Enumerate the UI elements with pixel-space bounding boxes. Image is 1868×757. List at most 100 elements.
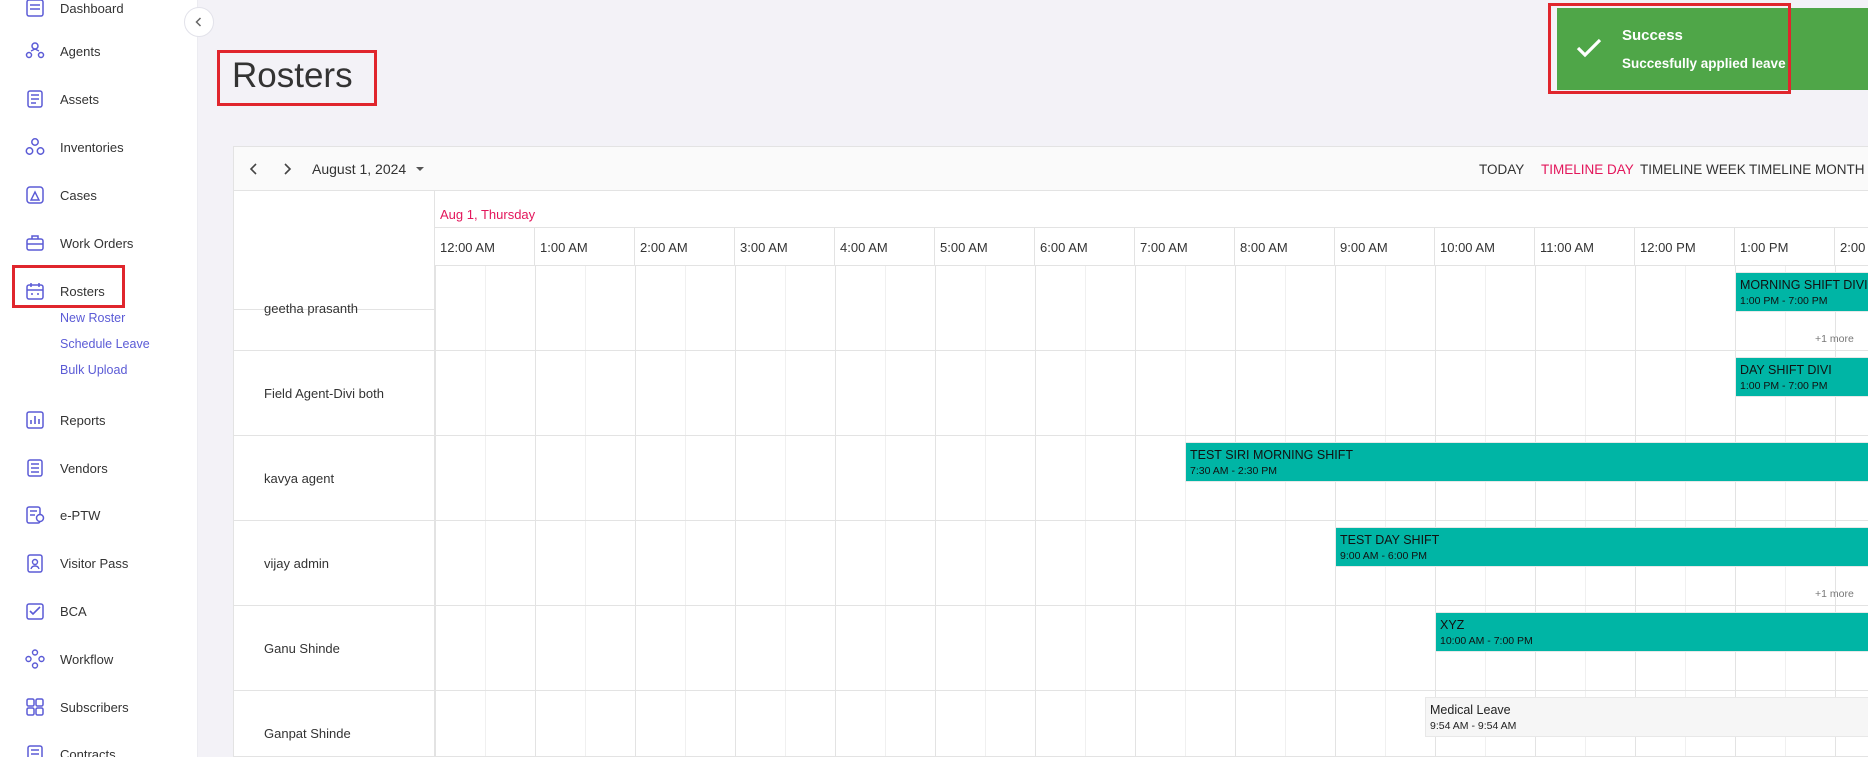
timeline-grid[interactable]: MORNING SHIFT DIVI 1:00 PM - 7:00 PM DAY S… bbox=[434, 266, 1868, 756]
grid-line bbox=[1785, 266, 1786, 756]
agents-icon bbox=[24, 40, 46, 62]
grid-line bbox=[535, 266, 536, 756]
sidebar-subitem-schedule-leave[interactable]: Schedule Leave bbox=[60, 337, 150, 351]
workflow-icon bbox=[24, 648, 46, 670]
sidebar-item-label: Dashboard bbox=[60, 0, 124, 16]
sidebar-item-workflow[interactable]: Workflow bbox=[24, 644, 113, 674]
resource-row: kavya agent bbox=[234, 436, 434, 521]
grid-line bbox=[785, 266, 786, 756]
date-picker-button[interactable]: August 1, 2024 bbox=[312, 147, 427, 191]
sidebar-item-visitor-pass[interactable]: Visitor Pass bbox=[24, 548, 128, 578]
reports-icon bbox=[24, 409, 46, 431]
time-slot-header: 6:00 AM bbox=[1034, 228, 1134, 266]
resource-name: vijay admin bbox=[264, 555, 330, 571]
today-button[interactable]: TODAY bbox=[1479, 147, 1524, 191]
timeline-day-button[interactable]: TIMELINE DAY bbox=[1541, 147, 1634, 191]
sidebar-subitem-bulk-upload[interactable]: Bulk Upload bbox=[60, 363, 127, 377]
next-date-button[interactable] bbox=[279, 147, 295, 191]
page-title: Rosters bbox=[232, 56, 353, 95]
grid-row-line bbox=[435, 605, 1868, 606]
resource-name: geetha prasanth bbox=[264, 300, 358, 316]
sidebar-item-rosters[interactable]: Rosters bbox=[24, 276, 105, 306]
sidebar-item-work-orders[interactable]: Work Orders bbox=[24, 228, 133, 258]
sidebar-item-subscribers[interactable]: Subscribers bbox=[24, 692, 129, 722]
event-title: Medical Leave bbox=[1430, 703, 1511, 717]
shift-event[interactable]: XYZ 10:00 AM - 7:00 PM bbox=[1435, 612, 1868, 652]
more-events-link[interactable]: +1 more bbox=[1815, 588, 1854, 600]
grid-row-line bbox=[435, 435, 1868, 436]
chevron-left-icon bbox=[249, 163, 257, 175]
shift-event[interactable]: TEST DAY SHIFT 9:00 AM - 6:00 PM bbox=[1335, 527, 1868, 567]
event-time: 9:54 AM - 9:54 AM bbox=[1430, 720, 1517, 732]
resource-row: vijay admin bbox=[234, 521, 434, 606]
resource-name: Ganu Shinde bbox=[264, 640, 340, 656]
sidebar-item-reports[interactable]: Reports bbox=[24, 405, 106, 435]
resource-row: geetha prasanth bbox=[234, 266, 434, 351]
grid-line bbox=[1535, 266, 1536, 756]
more-events-link[interactable]: +1 more bbox=[1815, 333, 1854, 345]
time-slot-header: 7:00 AM bbox=[1134, 228, 1234, 266]
event-title: DAY SHIFT DIVI bbox=[1740, 363, 1832, 377]
sidebar-collapse-button[interactable] bbox=[184, 7, 214, 37]
shift-event[interactable]: MORNING SHIFT DIVI 1:00 PM - 7:00 PM bbox=[1735, 272, 1868, 312]
sidebar-item-label: Cases bbox=[60, 187, 97, 203]
timeline-week-button[interactable]: TIMELINE WEEK bbox=[1640, 147, 1746, 191]
sidebar-item-label: Workflow bbox=[60, 651, 114, 667]
sidebar: Dashboard Agents Assets Inventories Cases Wor… bbox=[0, 0, 198, 757]
grid-line bbox=[485, 266, 486, 756]
grid-line bbox=[635, 266, 636, 756]
sidebar-subitem-new-roster[interactable]: New Roster bbox=[60, 311, 125, 325]
caret-down-icon bbox=[416, 167, 425, 171]
event-time: 1:00 PM - 7:00 PM bbox=[1740, 295, 1828, 307]
sidebar-item-assets[interactable]: Assets bbox=[24, 84, 99, 114]
subscribers-icon bbox=[24, 696, 46, 718]
previous-date-button[interactable] bbox=[246, 147, 262, 191]
sidebar-item-eptw[interactable]: e-PTW bbox=[24, 500, 100, 530]
visitor-pass-icon bbox=[24, 552, 46, 574]
grid-line bbox=[1735, 266, 1736, 756]
sidebar-item-label: Visitor Pass bbox=[60, 555, 129, 571]
time-slot-header: 4:00 AM bbox=[834, 228, 934, 266]
sidebar-item-label: Rosters bbox=[60, 283, 105, 299]
time-slot-header: 1:00 AM bbox=[534, 228, 634, 266]
sidebar-item-cases[interactable]: Cases bbox=[24, 180, 97, 210]
shift-event[interactable]: TEST SIRI MORNING SHIFT 7:30 AM - 2:30 PM bbox=[1185, 442, 1868, 482]
time-slot-header: 9:00 AM bbox=[1334, 228, 1434, 266]
grid-line bbox=[1185, 266, 1186, 756]
eptw-icon bbox=[24, 504, 46, 526]
time-slot-header: 11:00 AM bbox=[1534, 228, 1634, 266]
sidebar-item-contracts[interactable]: Contracts bbox=[24, 739, 116, 757]
rosters-icon bbox=[24, 280, 46, 302]
sidebar-item-label: Work Orders bbox=[60, 235, 134, 251]
resource-row: Ganu Shinde bbox=[234, 606, 434, 691]
grid-line bbox=[1035, 266, 1036, 756]
sidebar-item-label: Reports bbox=[60, 412, 106, 428]
sidebar-item-dashboard[interactable]: Dashboard bbox=[24, 0, 124, 23]
sidebar-item-label: Contracts bbox=[60, 746, 116, 757]
grid-line bbox=[1085, 266, 1086, 756]
grid-line bbox=[1285, 266, 1286, 756]
sidebar-item-bca[interactable]: BCA bbox=[24, 596, 87, 626]
grid-line bbox=[685, 266, 686, 756]
grid-line bbox=[1485, 266, 1486, 756]
timeline-month-button[interactable]: TIMELINE MONTH bbox=[1749, 147, 1865, 191]
assets-icon bbox=[24, 88, 46, 110]
event-time: 7:30 AM - 2:30 PM bbox=[1190, 465, 1277, 477]
grid-line bbox=[1685, 266, 1686, 756]
time-slot-header: 3:00 AM bbox=[734, 228, 834, 266]
cases-icon bbox=[24, 184, 46, 206]
success-toast[interactable]: Success Succesfully applied leave bbox=[1557, 8, 1868, 90]
scheduler-toolbar: August 1, 2024 TODAY TIMELINE DAY TIMELI… bbox=[234, 147, 1868, 191]
contracts-icon bbox=[24, 743, 46, 757]
time-slot-header: 1:00 PM bbox=[1734, 228, 1834, 266]
shift-event[interactable]: DAY SHIFT DIVI 1:00 PM - 7:00 PM bbox=[1735, 357, 1868, 397]
resource-name: Field Agent-Divi both bbox=[264, 385, 384, 401]
leave-event[interactable]: Medical Leave 9:54 AM - 9:54 AM bbox=[1425, 697, 1868, 737]
sidebar-item-agents[interactable]: Agents bbox=[24, 36, 100, 66]
sidebar-item-inventories[interactable]: Inventories bbox=[24, 132, 124, 162]
dashboard-icon bbox=[24, 0, 46, 19]
event-title: MORNING SHIFT DIVI bbox=[1740, 278, 1868, 292]
sidebar-item-vendors[interactable]: Vendors bbox=[24, 453, 108, 483]
time-header-row: 12:00 AM 1:00 AM 2:00 AM 3:00 AM 4:00 AM 5:00… bbox=[434, 228, 1868, 266]
resource-row: Ganpat Shinde bbox=[234, 691, 434, 756]
